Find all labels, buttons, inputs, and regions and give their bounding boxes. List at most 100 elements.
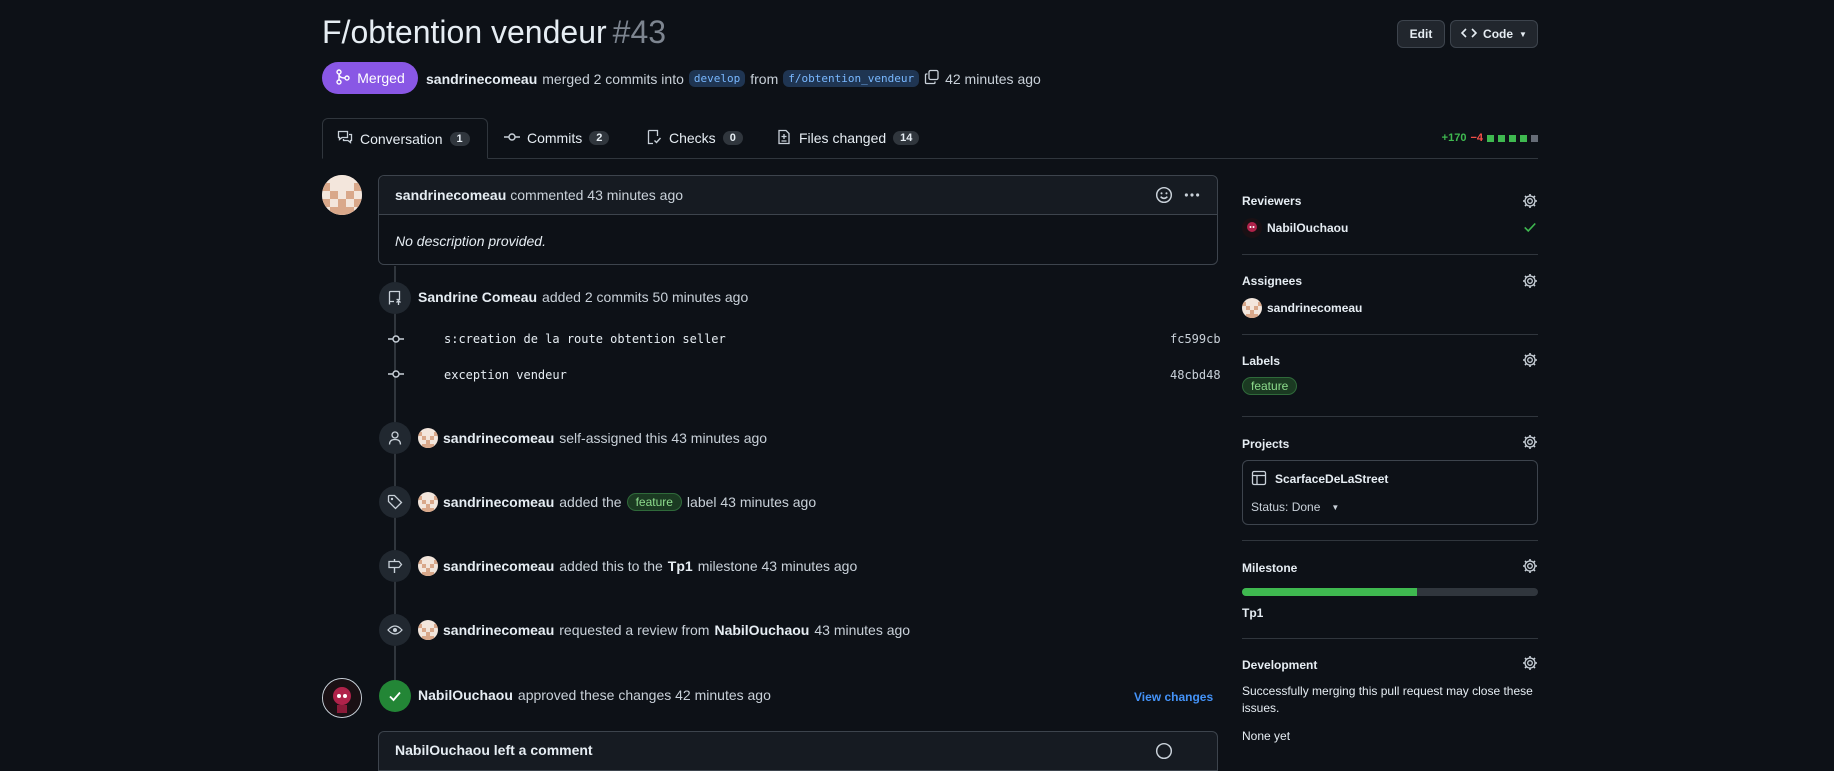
- gear-icon[interactable]: [1522, 558, 1538, 577]
- pr-tabs: Conversation 1 Commits 2 Checks 0 Files …: [322, 118, 1538, 159]
- milestone-event-post: milestone 43 minutes ago: [697, 558, 858, 574]
- label-event-author[interactable]: sandrinecomeau: [443, 494, 554, 510]
- assignees-title: Assignees: [1242, 274, 1303, 288]
- code-label: Code: [1483, 27, 1514, 41]
- sidebar-divider: [1242, 254, 1538, 255]
- avatar[interactable]: [418, 492, 438, 512]
- label-pill-feature[interactable]: feature: [626, 493, 682, 511]
- edit-button[interactable]: Edit: [1397, 20, 1445, 48]
- reviewer-item[interactable]: NabilOuchaou: [1242, 218, 1348, 238]
- milestone-progress-bar: [1242, 588, 1538, 596]
- project-status-dropdown[interactable]: Status: Done ▼: [1251, 500, 1339, 514]
- milestone-progress-fill: [1242, 588, 1417, 596]
- chevron-down-icon: ▼: [1519, 29, 1527, 39]
- code-button[interactable]: Code ▼: [1450, 20, 1538, 48]
- comment-author-link[interactable]: sandrinecomeau: [395, 187, 506, 203]
- review-comment: NabilOuchaou left a comment: [378, 731, 1218, 771]
- head-branch[interactable]: f/obtention_vendeur: [783, 70, 920, 87]
- gear-icon[interactable]: [1522, 434, 1538, 453]
- assign-event-text: self-assigned this 43 minutes ago: [559, 430, 768, 446]
- commit-message-link[interactable]: s:creation de la route obtention seller: [444, 332, 726, 346]
- commit-message-link[interactable]: exception vendeur: [444, 368, 567, 382]
- avatar[interactable]: [418, 428, 438, 448]
- kebab-horizontal-icon[interactable]: [1183, 186, 1201, 207]
- avatar[interactable]: [418, 556, 438, 576]
- edit-label: Edit: [1409, 27, 1433, 41]
- approval-author[interactable]: NabilOuchaou: [418, 687, 513, 703]
- milestone-icon: [379, 550, 411, 582]
- copy-icon[interactable]: [924, 69, 940, 88]
- milestone-event: sandrinecomeau added this to the Tp1 mil…: [418, 556, 857, 576]
- person-icon: [379, 422, 411, 454]
- tab-conversation-count: 1: [449, 131, 470, 146]
- git-commit-icon: [388, 332, 404, 349]
- from-text: from: [750, 70, 779, 87]
- git-commit-icon: [504, 129, 520, 148]
- comment-discussion-icon: [337, 129, 353, 148]
- merge-author-link[interactable]: sandrinecomeau: [426, 71, 537, 87]
- merge-icon: [335, 68, 351, 88]
- approval-text: approved these changes 42 minutes ago: [517, 687, 771, 703]
- assign-event: sandrinecomeau self-assigned this 43 min…: [418, 428, 767, 448]
- pr-number: #43: [612, 14, 667, 50]
- tab-commits[interactable]: Commits 2: [490, 118, 623, 158]
- comment-body: No description provided.: [395, 233, 546, 249]
- commit-sha-link[interactable]: 48cbd48: [1170, 368, 1221, 382]
- merged-label: Merged: [357, 70, 405, 86]
- reviewer-avatar[interactable]: [322, 678, 362, 718]
- development-title: Development: [1242, 658, 1318, 672]
- author-avatar[interactable]: [322, 175, 362, 215]
- sidebar-label-feature[interactable]: feature: [1242, 377, 1298, 395]
- milestone-name-link[interactable]: Tp1: [1242, 606, 1263, 620]
- gear-icon[interactable]: [1522, 193, 1538, 212]
- smiley-icon[interactable]: [1155, 742, 1173, 763]
- diffstat-block: [1487, 134, 1494, 142]
- project-status: Status: Done: [1251, 500, 1321, 514]
- commits-event-author[interactable]: Sandrine Comeau: [418, 289, 537, 305]
- eye-icon: [379, 614, 411, 646]
- code-icon: [1460, 25, 1478, 44]
- pr-title: F/obtention vendeur #43: [322, 14, 666, 51]
- milestone-link[interactable]: Tp1: [668, 558, 693, 574]
- project-card[interactable]: ScarfaceDeLaStreet Status: Done ▼: [1242, 460, 1538, 525]
- assignee-item[interactable]: sandrinecomeau: [1242, 298, 1362, 318]
- diffstat[interactable]: +170 −4: [1442, 132, 1538, 144]
- base-branch[interactable]: develop: [688, 70, 746, 87]
- assign-event-author[interactable]: sandrinecomeau: [443, 430, 554, 446]
- tab-conversation[interactable]: Conversation 1: [322, 118, 488, 159]
- check-icon: [379, 680, 411, 712]
- gear-icon[interactable]: [1522, 273, 1538, 292]
- approval-event: NabilOuchaou approved these changes 42 m…: [418, 687, 771, 703]
- tab-files-changed-label: Files changed: [799, 130, 887, 146]
- avatar[interactable]: [418, 620, 438, 640]
- sidebar-divider: [1242, 334, 1538, 335]
- tab-checks[interactable]: Checks 0: [632, 118, 757, 158]
- projects-title: Projects: [1242, 437, 1290, 451]
- commit-sha-link[interactable]: fc599cb: [1170, 332, 1221, 346]
- tab-files-changed[interactable]: Files changed 14: [762, 118, 933, 158]
- commits-event-text: added 2 commits 50 minutes ago: [542, 289, 749, 305]
- gear-icon[interactable]: [1522, 352, 1538, 371]
- smiley-icon[interactable]: [1155, 186, 1173, 207]
- diffstat-block: [1520, 134, 1527, 142]
- milestone-title: Milestone: [1242, 561, 1298, 575]
- check-icon: [1523, 220, 1537, 237]
- sidebar-divider: [1242, 540, 1538, 541]
- triangle-down-icon: ▼: [1331, 502, 1340, 512]
- milestone-event-author[interactable]: sandrinecomeau: [443, 558, 554, 574]
- review-request-reviewer[interactable]: NabilOuchaou: [714, 622, 809, 638]
- commits-event: Sandrine Comeau added 2 commits 50 minut…: [418, 289, 748, 305]
- view-changes-link[interactable]: View changes: [1134, 690, 1213, 704]
- project-name[interactable]: ScarfaceDeLaStreet: [1275, 472, 1388, 486]
- tab-checks-count: 0: [722, 131, 743, 145]
- review-comment-header: NabilOuchaou left a comment: [395, 742, 593, 758]
- milestone-event-pre: added this to the: [559, 558, 663, 574]
- gear-icon[interactable]: [1522, 655, 1538, 674]
- review-request-pre: requested a review from: [559, 622, 710, 638]
- review-request-author[interactable]: sandrinecomeau: [443, 622, 554, 638]
- reviewers-title: Reviewers: [1242, 194, 1302, 208]
- merge-meta: sandrinecomeau merged 2 commits into dev…: [426, 69, 1041, 88]
- review-request-event: sandrinecomeau requested a review from N…: [418, 620, 910, 640]
- table-icon: [1251, 470, 1267, 489]
- checklist-icon: [646, 129, 662, 148]
